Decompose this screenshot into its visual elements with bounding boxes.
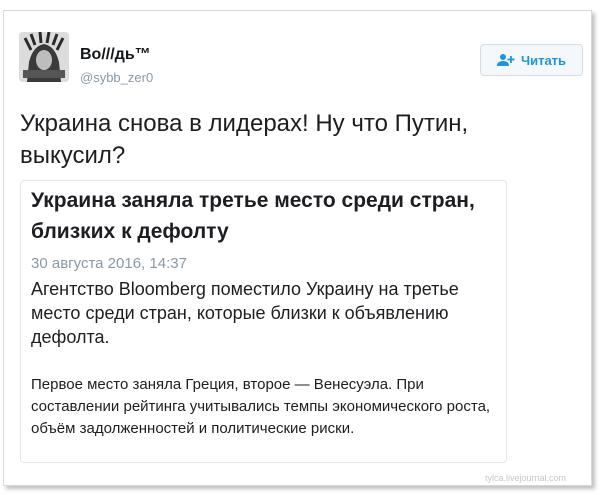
card-date: 30 августа 2016, 14:37 bbox=[31, 255, 187, 272]
watermark: tylca.livejournal.com bbox=[485, 473, 567, 483]
follow-button[interactable]: Читать bbox=[480, 44, 583, 76]
display-name[interactable]: Во///дь™ bbox=[80, 46, 151, 64]
user-handle[interactable]: @sybb_zer0 bbox=[80, 70, 153, 85]
card-lead: Агентство Bloomberg поместило Украину на… bbox=[31, 279, 459, 347]
add-user-icon bbox=[496, 53, 515, 67]
avatar[interactable] bbox=[19, 32, 69, 82]
link-card[interactable]: Украина заняла третье место среди стран,… bbox=[20, 180, 507, 463]
card-body: Первое место заняла Греция, второе — Вен… bbox=[31, 376, 491, 437]
follow-button-label: Читать bbox=[520, 52, 567, 68]
card-title[interactable]: Украина заняла третье место среди стран,… bbox=[31, 185, 491, 247]
tweet-text: Украина снова в лидерах! Ну что Путин, в… bbox=[20, 110, 469, 169]
